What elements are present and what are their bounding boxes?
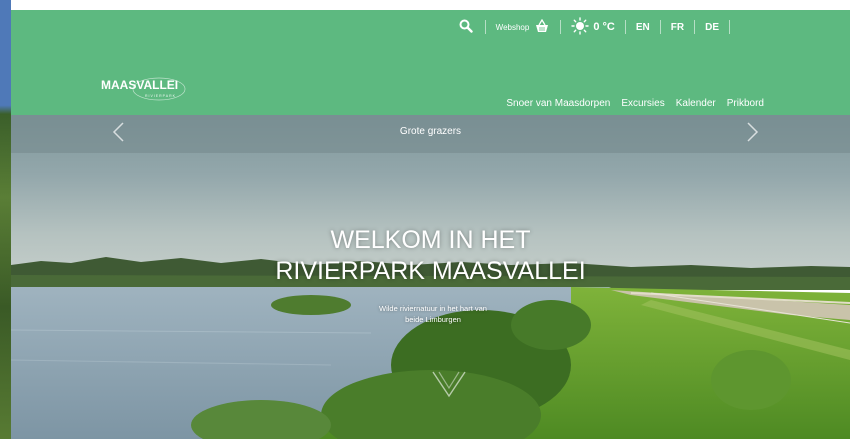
- logo-text: MAASVALLEI: [101, 78, 179, 92]
- slide-title: Grote grazers: [399, 126, 462, 137]
- chevron-right-icon[interactable]: [742, 121, 762, 142]
- hero-subtitle-line2: beide Limburgen: [405, 315, 461, 324]
- hero-heading-line2: RIVIERPARK MAASVALLEI: [275, 257, 586, 285]
- search-icon[interactable]: [459, 19, 475, 35]
- hero-subtitle-line1: Wilde riviernatuur in het hart van: [379, 304, 487, 313]
- chevron-down-icon[interactable]: [431, 370, 467, 404]
- nav-item-prikbord[interactable]: Prikbord: [727, 98, 764, 109]
- page: Webshop 0 °C EN FR DE MAASVALLEI RIVIERP…: [0, 0, 851, 439]
- separator: [729, 20, 730, 34]
- basket-icon: [534, 18, 550, 35]
- sun-icon: [571, 16, 590, 38]
- left-edge-strip: [0, 0, 11, 439]
- webshop-label: Webshop: [495, 22, 530, 32]
- temperature: 0 °C: [593, 21, 615, 33]
- hero-heading-line1: WELKOM IN HET: [330, 226, 531, 254]
- nav-item-excursies[interactable]: Excursies: [621, 98, 664, 109]
- weather-widget: 0 °C: [571, 16, 615, 38]
- separator: [484, 20, 486, 34]
- hero-slider: Grote grazers WELKOM IN HET RIVIERPARK M…: [11, 115, 850, 439]
- separator: [560, 20, 562, 34]
- lang-fr[interactable]: FR: [671, 22, 684, 33]
- separator: [624, 20, 626, 34]
- nav-item-snoer-van-maasdorpen[interactable]: Snoer van Maasdorpen: [506, 98, 610, 109]
- webshop-link[interactable]: Webshop: [495, 18, 551, 35]
- hero-subtitle: Wilde riviernatuur in het hart van beide…: [353, 303, 513, 325]
- separator: [694, 20, 696, 34]
- separator: [659, 20, 661, 34]
- nav-item-kalender[interactable]: Kalender: [676, 98, 716, 109]
- logo-subtext: RIVIERPARK: [145, 94, 176, 98]
- top-utility-bar: Webshop 0 °C EN FR DE: [459, 16, 730, 38]
- lang-de[interactable]: DE: [705, 22, 719, 33]
- site-logo[interactable]: MAASVALLEI RIVIERPARK: [101, 74, 193, 102]
- site-header: Webshop 0 °C EN FR DE MAASVALLEI RIVIERP…: [11, 10, 850, 115]
- main-navigation: Snoer van Maasdorpen Excursies Kalender …: [506, 98, 764, 109]
- lang-en[interactable]: EN: [636, 22, 650, 33]
